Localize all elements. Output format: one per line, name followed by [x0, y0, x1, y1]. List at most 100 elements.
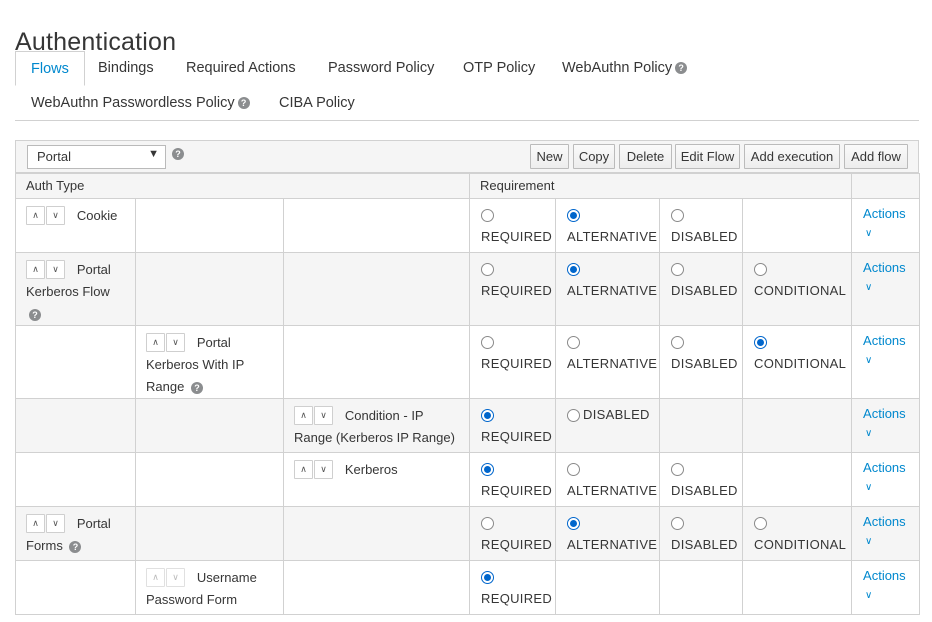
- execution-name-cell: ∧ ∨ Kerberos: [284, 453, 469, 481]
- tab-webauthn-policy[interactable]: WebAuthn Policy?: [547, 51, 702, 86]
- requirement-option[interactable]: DISABLED: [660, 253, 742, 302]
- radio-conditional[interactable]: [754, 263, 768, 277]
- help-icon[interactable]: ?: [237, 97, 250, 110]
- help-icon[interactable]: ?: [675, 62, 688, 75]
- move-down-button[interactable]: ∨: [314, 460, 333, 479]
- radio-required[interactable]: [481, 463, 495, 477]
- tab-required-actions[interactable]: Required Actions: [171, 51, 311, 86]
- requirement-option[interactable]: REQUIRED: [470, 199, 555, 248]
- execution-name-cell: ∧ ∨ Portal Kerberos Flow ?: [16, 253, 135, 325]
- requirement-option[interactable]: DISABLED: [660, 507, 742, 556]
- radio-required[interactable]: [481, 571, 495, 585]
- requirement-option[interactable]: ALTERNATIVE: [556, 253, 659, 302]
- tab-ciba-policy[interactable]: CIBA Policy: [264, 86, 370, 121]
- move-down-button[interactable]: ∨: [314, 406, 333, 425]
- move-up-button[interactable]: ∧: [26, 206, 45, 225]
- tab-flows[interactable]: Flows: [15, 51, 85, 86]
- actions-dropdown[interactable]: Actions ∨: [852, 507, 919, 552]
- requirement-cell-required: REQUIRED: [469, 198, 557, 253]
- requirement-option[interactable]: ALTERNATIVE: [556, 326, 659, 375]
- radio-alternative[interactable]: [567, 336, 581, 350]
- actions-dropdown[interactable]: Actions ∨: [852, 561, 919, 606]
- requirement-option[interactable]: REQUIRED: [470, 561, 555, 610]
- move-up-button[interactable]: ∧: [26, 514, 45, 533]
- requirement-cell-required: REQUIRED: [469, 252, 557, 326]
- tab-bindings[interactable]: Bindings: [83, 51, 169, 86]
- requirement-option[interactable]: REQUIRED: [470, 326, 555, 375]
- radio-conditional[interactable]: [754, 517, 768, 531]
- edit-flow-button[interactable]: Edit Flow: [675, 144, 740, 169]
- requirement-option[interactable]: DISABLED: [660, 453, 742, 502]
- move-up-button[interactable]: ∧: [146, 333, 165, 352]
- actions-dropdown[interactable]: Actions ∨: [852, 253, 919, 298]
- delete-button[interactable]: Delete: [619, 144, 672, 169]
- help-icon[interactable]: ?: [172, 148, 184, 160]
- actions-link[interactable]: Actions: [863, 406, 906, 421]
- radio-required[interactable]: [481, 517, 495, 531]
- help-icon[interactable]: ?: [69, 540, 82, 553]
- radio-alternative[interactable]: [567, 409, 581, 423]
- move-down-button[interactable]: ∨: [46, 514, 65, 533]
- actions-link[interactable]: Actions: [863, 514, 906, 529]
- tab-webauthn-passwordless-policy[interactable]: WebAuthn Passwordless Policy?: [16, 86, 265, 121]
- actions-link[interactable]: Actions: [863, 260, 906, 275]
- requirement-option[interactable]: CONDITIONAL: [743, 326, 851, 375]
- move-up-button[interactable]: ∧: [294, 406, 313, 425]
- requirement-option[interactable]: DISABLED: [660, 199, 742, 248]
- radio-required[interactable]: [481, 409, 495, 423]
- requirement-option[interactable]: DISABLED: [556, 399, 659, 426]
- requirement-cell-required: REQUIRED: [469, 325, 557, 399]
- requirement-option[interactable]: DISABLED: [660, 326, 742, 375]
- radio-alternative[interactable]: [567, 263, 581, 277]
- help-icon[interactable]: ?: [29, 308, 41, 321]
- add-flow-button[interactable]: Add flow: [844, 144, 908, 169]
- tab-password-policy[interactable]: Password Policy: [313, 51, 449, 86]
- actions-link[interactable]: Actions: [863, 568, 906, 583]
- flow-select[interactable]: Portal ▼: [27, 145, 166, 169]
- actions-dropdown[interactable]: Actions ∨: [852, 199, 919, 244]
- tab-otp-policy[interactable]: OTP Policy: [448, 51, 550, 86]
- actions-dropdown[interactable]: Actions ∨: [852, 399, 919, 444]
- requirement-option[interactable]: CONDITIONAL: [743, 507, 851, 556]
- move-down-button[interactable]: ∨: [46, 206, 65, 225]
- requirement-option[interactable]: ALTERNATIVE: [556, 453, 659, 502]
- radio-disabled[interactable]: [671, 517, 685, 531]
- requirement-option[interactable]: REQUIRED: [470, 507, 555, 556]
- radio-disabled[interactable]: [671, 263, 685, 277]
- requirement-cell-conditional: CONDITIONAL: [742, 325, 853, 399]
- requirement-option[interactable]: ALTERNATIVE: [556, 199, 659, 248]
- actions-link[interactable]: Actions: [863, 333, 906, 348]
- actions-link[interactable]: Actions: [863, 460, 906, 475]
- radio-disabled[interactable]: [671, 336, 685, 350]
- requirement-option[interactable]: REQUIRED: [470, 253, 555, 302]
- radio-disabled[interactable]: [671, 463, 685, 477]
- radio-label-required: REQUIRED: [481, 283, 553, 298]
- help-icon[interactable]: ?: [190, 381, 203, 394]
- requirement-option[interactable]: CONDITIONAL: [743, 253, 851, 302]
- radio-required[interactable]: [481, 209, 495, 223]
- table-row: ∧ ∨ Portal Forms ? REQUIRED ALTERNATIVE DISA…: [15, 506, 921, 561]
- radio-required[interactable]: [481, 263, 495, 277]
- actions-link[interactable]: Actions: [863, 206, 906, 221]
- copy-button[interactable]: Copy: [573, 144, 615, 169]
- actions-dropdown[interactable]: Actions ∨: [852, 453, 919, 498]
- requirement-option[interactable]: REQUIRED: [470, 453, 555, 502]
- move-up-button[interactable]: ∧: [26, 260, 45, 279]
- move-down-button[interactable]: ∨: [166, 333, 185, 352]
- add-execution-button[interactable]: Add execution: [744, 144, 840, 169]
- requirement-option[interactable]: ALTERNATIVE: [556, 507, 659, 556]
- requirement-option[interactable]: REQUIRED: [470, 399, 555, 448]
- radio-disabled[interactable]: [671, 209, 685, 223]
- radio-alternative[interactable]: [567, 463, 581, 477]
- radio-alternative[interactable]: [567, 517, 581, 531]
- auth-type-cell: ∧ ∨ Username Password Form: [135, 560, 284, 615]
- move-up-button[interactable]: ∧: [294, 460, 313, 479]
- radio-required[interactable]: [481, 336, 495, 350]
- radio-conditional[interactable]: [754, 336, 768, 350]
- move-down-button[interactable]: ∨: [166, 568, 185, 587]
- actions-dropdown[interactable]: Actions ∨: [852, 326, 919, 371]
- new-button[interactable]: New: [530, 144, 569, 169]
- move-down-button[interactable]: ∨: [46, 260, 65, 279]
- move-up-button[interactable]: ∧: [146, 568, 165, 587]
- radio-alternative[interactable]: [567, 209, 581, 223]
